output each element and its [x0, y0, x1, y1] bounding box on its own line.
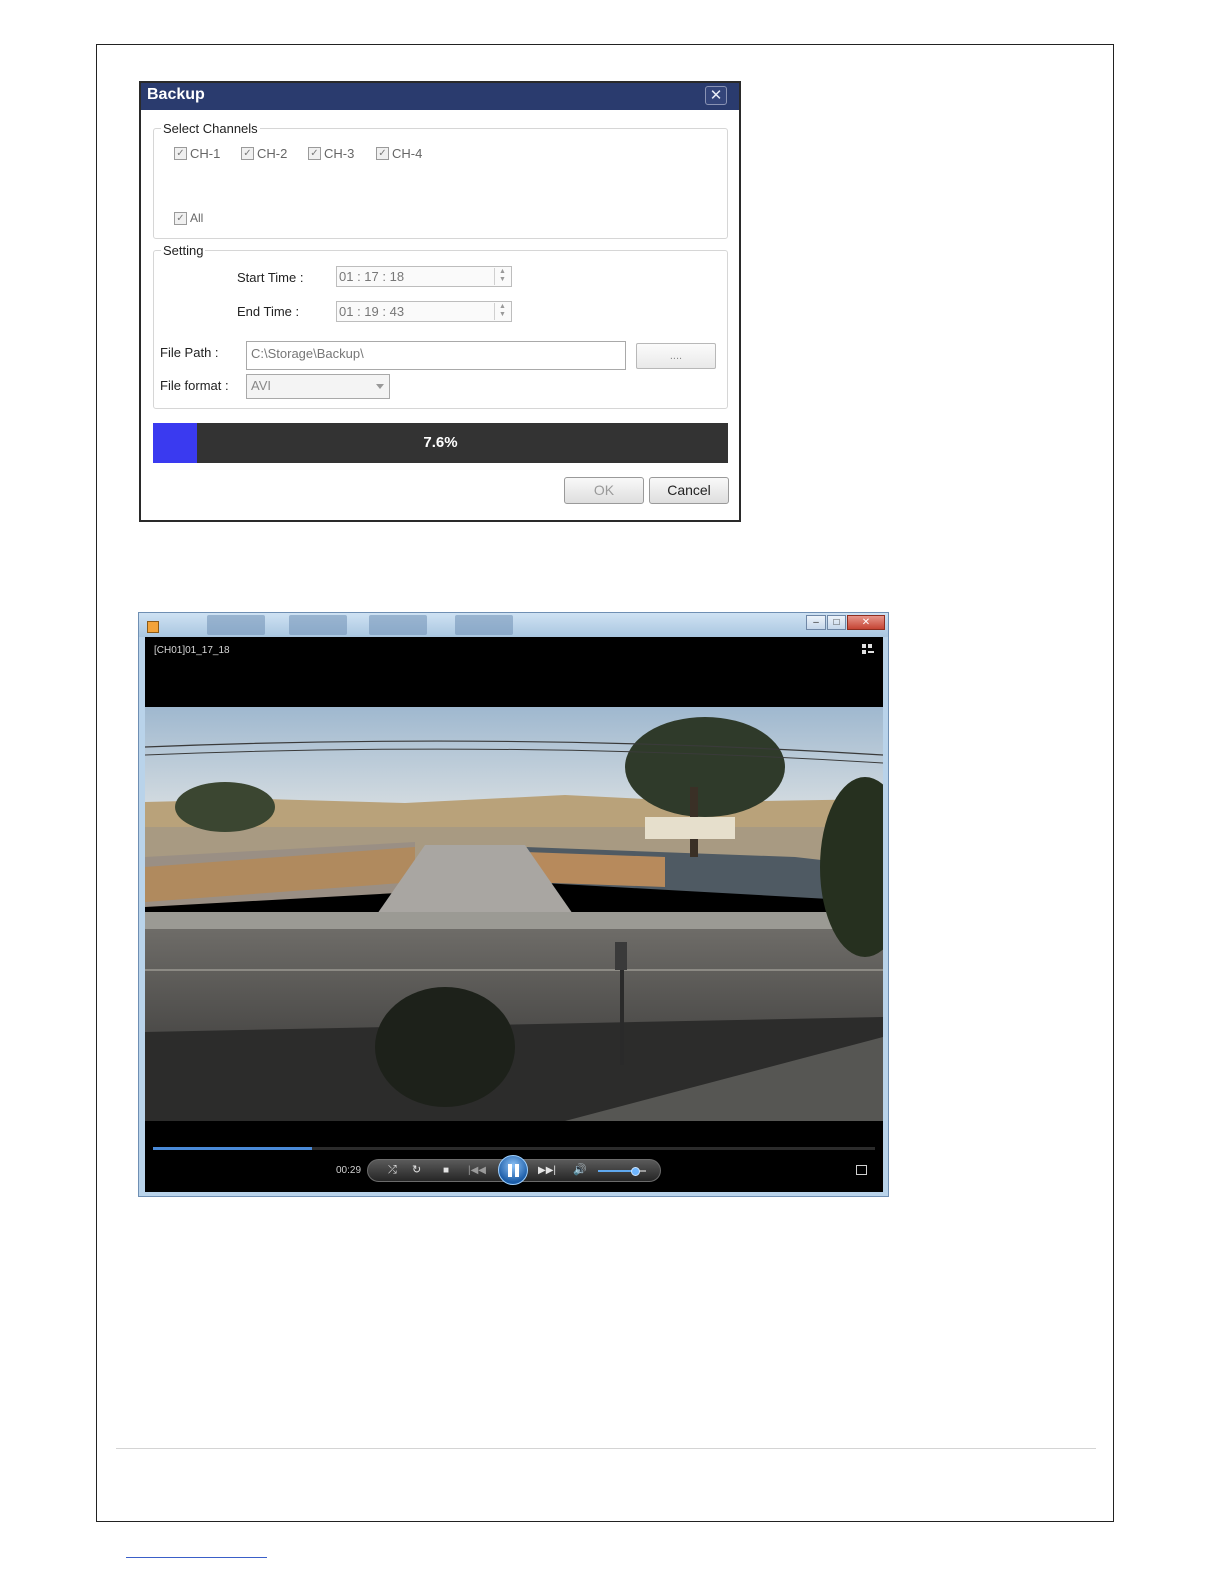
close-icon[interactable]: ✕	[705, 86, 727, 105]
elapsed-time: 00:29	[336, 1165, 362, 1176]
checkbox-ch-2[interactable]: ✓ CH-2	[241, 146, 287, 161]
volume-knob[interactable]	[631, 1167, 641, 1176]
player-body: [CH01]01_17_18 00:29 ⤮ ↻ ■ |◀◀ ▶▶| 🔊	[145, 637, 883, 1192]
checkbox-ch-3[interactable]: ✓ CH-3	[308, 146, 354, 161]
maximize-icon[interactable]: □	[827, 615, 846, 630]
checkmark-icon: ✓	[241, 147, 254, 160]
taskbar-thumbnail	[289, 615, 347, 635]
repeat-icon[interactable]: ↻	[412, 1165, 421, 1176]
fullscreen-icon[interactable]	[856, 1165, 867, 1175]
checkbox-label: CH-3	[324, 146, 355, 161]
media-player-window: – □ ✕ [CH01]01_17_18 00:29 ⤮ ↻ ■ |◀◀ ▶▶|…	[138, 612, 889, 1197]
footnote-separator	[126, 1557, 267, 1558]
chevron-down-icon	[376, 384, 384, 389]
seek-progress	[153, 1147, 312, 1150]
checkbox-all[interactable]: ✓ All	[174, 211, 203, 225]
spinner-arrows-icon[interactable]: ▲ ▼	[494, 268, 510, 285]
file-format-value: AVI	[251, 378, 271, 393]
checkbox-label: CH-1	[190, 146, 221, 161]
checkbox-label: All	[190, 211, 204, 225]
checkbox-label: CH-4	[392, 146, 423, 161]
setting-legend: Setting	[163, 243, 204, 258]
file-path-input[interactable]: C:\Storage\Backup\	[246, 341, 626, 370]
file-format-label: File format :	[160, 378, 229, 393]
backup-dialog: Backup ✕ Select Channels ✓ CH-1 ✓ CH-2 ✓…	[139, 81, 741, 522]
taskbar-thumbnail	[207, 615, 265, 635]
pause-icon	[515, 1164, 519, 1177]
browse-button[interactable]: ....	[636, 343, 716, 369]
next-icon[interactable]: ▶▶|	[538, 1166, 556, 1176]
start-time-spinner[interactable]: 01 : 17 : 18 ▲ ▼	[336, 266, 512, 287]
spinner-arrows-icon[interactable]: ▲ ▼	[494, 303, 510, 320]
progress-label: 7.6%	[423, 434, 458, 451]
file-path-label: File Path :	[160, 345, 219, 360]
transport-controls: ⤮ ↻ ■ |◀◀ ▶▶| 🔊	[367, 1155, 661, 1185]
dialog-title: Backup	[147, 86, 205, 103]
taskbar-thumbnail	[369, 615, 427, 635]
stop-icon[interactable]: ■	[443, 1166, 449, 1176]
switch-to-library-icon[interactable]	[861, 643, 875, 657]
previous-icon[interactable]: |◀◀	[468, 1166, 486, 1176]
shuffle-icon[interactable]: ⤮	[388, 1165, 397, 1176]
player-app-icon	[147, 621, 159, 633]
window-title-bar: – □ ✕	[139, 613, 888, 637]
start-time-value: 01 : 17 : 18	[339, 269, 405, 284]
end-time-value: 01 : 19 : 43	[339, 304, 405, 319]
volume-level	[598, 1170, 636, 1172]
window-close-icon[interactable]: ✕	[847, 615, 885, 630]
checkmark-icon: ✓	[174, 211, 187, 225]
video-frame	[145, 707, 883, 1121]
select-channels-legend: Select Channels	[163, 121, 258, 136]
ok-button[interactable]: OK	[564, 477, 644, 504]
file-format-select[interactable]: AVI	[246, 374, 390, 399]
checkbox-ch-1[interactable]: ✓ CH-1	[174, 146, 220, 161]
pause-button[interactable]	[498, 1155, 528, 1185]
checkmark-icon: ✓	[376, 147, 389, 160]
footer-rule	[116, 1448, 1096, 1449]
volume-slider[interactable]	[598, 1167, 646, 1176]
taskbar-thumbnail	[455, 615, 513, 635]
checkmark-icon: ✓	[308, 147, 321, 160]
cancel-button[interactable]: Cancel	[649, 477, 729, 504]
pause-icon	[508, 1164, 512, 1177]
minimize-icon[interactable]: –	[806, 615, 826, 630]
select-channels-group: Select Channels	[153, 121, 728, 239]
seek-bar[interactable]	[153, 1147, 875, 1150]
dialog-title-bar: Backup ✕	[141, 83, 739, 110]
end-time-label: End Time :	[237, 304, 300, 319]
start-time-label: Start Time :	[237, 270, 304, 285]
checkbox-ch-4[interactable]: ✓ CH-4	[376, 146, 422, 161]
end-time-spinner[interactable]: 01 : 19 : 43 ▲ ▼	[336, 301, 512, 322]
backup-progress-bar: 7.6%	[153, 423, 728, 463]
checkmark-icon: ✓	[174, 147, 187, 160]
video-file-title: [CH01]01_17_18	[154, 645, 230, 656]
volume-icon[interactable]: 🔊	[573, 1165, 587, 1176]
checkbox-label: CH-2	[257, 146, 288, 161]
